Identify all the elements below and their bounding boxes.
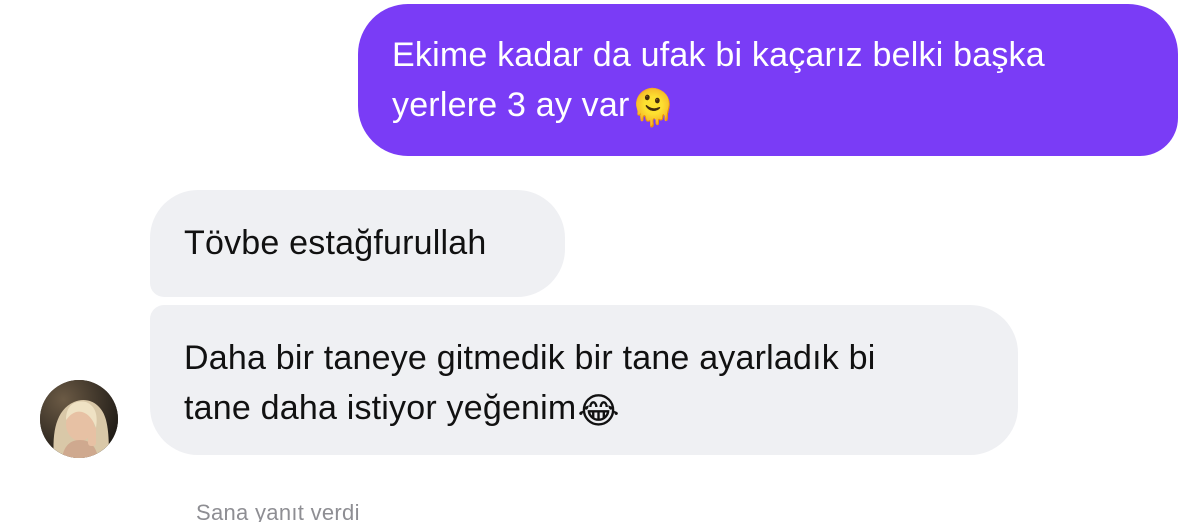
message-text-line: Daha bir taneye gitmedik bir tane ayarla… (184, 339, 876, 377)
message-text: yerlere 3 ay var (392, 86, 630, 124)
message-text-line: Ekime kadar da ufak bi kaçarız belki baş… (392, 36, 1045, 74)
message-text: Tövbe estağfurullah (184, 224, 487, 262)
message-text-line: yerlere 3 ay var🫠 (392, 80, 1138, 130)
chat-thread: Ekime kadar da ufak bi kaçarız belki baş… (0, 0, 1200, 522)
tears-of-joy-emoji-icon: 😂 (577, 391, 620, 432)
reply-status-text: Sana yanıt verdi (196, 500, 360, 522)
avatar[interactable] (40, 380, 118, 458)
message-text: tane daha istiyor yeğenim (184, 389, 577, 427)
avatar-photo (40, 380, 118, 458)
melting-face-emoji-icon: 🫠 (630, 88, 676, 129)
outgoing-message-bubble[interactable]: Ekime kadar da ufak bi kaçarız belki baş… (358, 4, 1178, 156)
incoming-message-bubble[interactable]: Daha bir taneye gitmedik bir tane ayarla… (150, 305, 1018, 455)
incoming-message-bubble[interactable]: Tövbe estağfurullah (150, 190, 565, 297)
message-text-line: tane daha istiyor yeğenim😂 (184, 383, 988, 433)
